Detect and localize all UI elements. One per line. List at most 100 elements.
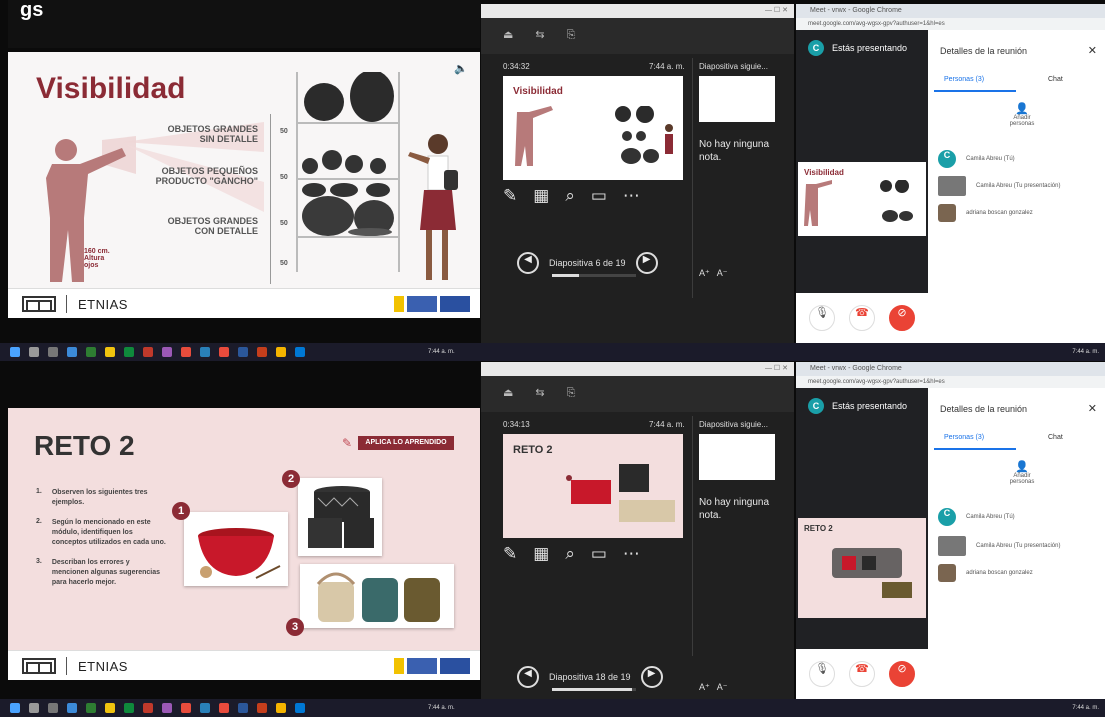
participant-row[interactable]: adriana boscan gonzalez (938, 204, 1033, 222)
acrobat-icon[interactable] (219, 347, 229, 357)
meet-url[interactable]: meet.google.com/avg-wgsx-gpv?authuser=1&… (796, 376, 1105, 388)
chrome-icon[interactable] (276, 703, 286, 713)
participant-row[interactable]: C Camila Abreu (Tú) (938, 508, 1015, 526)
speaker-notes: No hay ninguna nota. (699, 497, 770, 521)
display-settings-icon[interactable]: ⇆ (535, 28, 544, 41)
tab-people[interactable]: Personas (3) (944, 434, 984, 441)
app-icon[interactable] (181, 347, 191, 357)
app-icon[interactable] (295, 703, 305, 713)
current-slide-preview[interactable]: RETO 2 (503, 434, 683, 538)
folder-icon[interactable] (105, 347, 115, 357)
excel-icon[interactable] (124, 703, 134, 713)
slides-grid-icon[interactable]: ▦ (533, 544, 549, 564)
font-size-icons[interactable]: A⁺ A⁻ (699, 268, 728, 279)
microphone-icon[interactable]: 🎙 (809, 661, 835, 687)
zoom-icon[interactable]: ⌕ (565, 544, 575, 564)
end-show-icon[interactable]: ⎘ (567, 28, 576, 41)
app-icon[interactable] (200, 347, 210, 357)
folder-icon[interactable] (105, 703, 115, 713)
app-icon[interactable] (67, 347, 77, 357)
powerpoint-icon[interactable] (257, 703, 267, 713)
mini-slide-art (515, 106, 673, 166)
window-controls-icon[interactable]: — ☐ ✕ (765, 362, 788, 376)
excel-icon[interactable] (124, 347, 134, 357)
participant-row[interactable]: C Camila Abreu (Tú) (938, 150, 1015, 168)
presenter-view-bottom: — ☐ ✕ ⏏ ⇆ ⎘ 0:34:13 7:44 a. m. Diapositiva… (481, 362, 794, 699)
tab-people[interactable]: Personas (3) (944, 76, 984, 83)
taskview-icon[interactable] (48, 347, 58, 357)
current-slide-preview[interactable]: Visibilidad (503, 76, 683, 180)
taskbar-toggle-icon[interactable]: ⏏ (503, 386, 513, 399)
taskview-icon[interactable] (48, 703, 58, 713)
prev-slide-icon[interactable]: ◀ (517, 252, 539, 274)
hangup-icon[interactable]: ☎ (849, 661, 875, 687)
participant-avatar: C (938, 150, 956, 168)
hangup-icon[interactable]: ☎ (849, 305, 875, 331)
next-slide-preview[interactable] (699, 434, 775, 480)
divider (692, 416, 693, 656)
app-icon[interactable] (143, 347, 153, 357)
presenter-clock: 7:44 a. m. (649, 62, 685, 71)
next-slide-icon[interactable]: ▶ (635, 252, 658, 274)
more-icon[interactable]: ⋯ (623, 186, 640, 206)
screen-icon[interactable]: ▭ (591, 186, 607, 206)
app-icon[interactable] (181, 703, 191, 713)
pen-icon[interactable]: ✎ (503, 186, 517, 206)
camera-off-icon[interactable]: ⊘ (889, 305, 915, 331)
camera-off-icon[interactable]: ⊘ (889, 661, 915, 687)
windows-start-icon[interactable] (10, 347, 20, 357)
speaker-icon[interactable]: 🔈 (454, 62, 468, 75)
app-icon[interactable] (86, 703, 96, 713)
app-icon[interactable] (200, 703, 210, 713)
word-icon[interactable] (238, 703, 248, 713)
tab-chat[interactable]: Chat (1048, 76, 1063, 83)
participant-photo (938, 564, 956, 582)
more-icon[interactable]: ⋯ (623, 544, 640, 564)
participant-row[interactable]: Camila Abreu (Tu presentación) (938, 176, 1060, 196)
search-icon[interactable] (29, 703, 39, 713)
close-icon[interactable]: ✕ (1088, 44, 1097, 57)
app-icon[interactable] (162, 347, 172, 357)
windows-start-icon[interactable] (10, 703, 20, 713)
screen-icon[interactable]: ▭ (591, 544, 607, 564)
next-slide-label: Diapositiva siguie... (699, 420, 768, 429)
search-icon[interactable] (29, 347, 39, 357)
participant-name: adriana boscan gonzalez (966, 570, 1033, 576)
row-label-3: OBJETOS GRANDES CON DETALLE (167, 216, 258, 236)
next-slide-preview[interactable] (699, 76, 775, 122)
taskbar-clock-right: 7:44 a. m. (1072, 705, 1099, 711)
pen-icon[interactable]: ✎ (503, 544, 517, 564)
chrome-icon[interactable] (276, 347, 286, 357)
zoom-icon[interactable]: ⌕ (565, 186, 575, 206)
slide-counter: Diapositiva 6 de 19 (549, 258, 626, 268)
app-icon[interactable] (295, 347, 305, 357)
display-settings-icon[interactable]: ⇆ (535, 386, 544, 399)
app-icon[interactable] (143, 703, 153, 713)
app-icon[interactable] (67, 703, 77, 713)
window-controls-icon[interactable]: — ☐ ✕ (765, 4, 788, 18)
microphone-icon[interactable]: 🎙 (809, 305, 835, 331)
add-people-button[interactable]: 👤 Añadir personas (1002, 460, 1042, 485)
presenter-toolbar: ⏏ ⇆ ⎘ (481, 376, 794, 412)
app-icon[interactable] (86, 347, 96, 357)
participant-row[interactable]: Camila Abreu (Tu presentación) (938, 536, 1060, 556)
taskbar-toggle-icon[interactable]: ⏏ (503, 28, 513, 41)
close-icon[interactable]: ✕ (1088, 402, 1097, 415)
app-icon[interactable] (162, 703, 172, 713)
participant-row[interactable]: adriana boscan gonzalez (938, 564, 1033, 582)
meet-url[interactable]: meet.google.com/avg-wgsx-gpv?authuser=1&… (796, 18, 1105, 30)
font-size-icons[interactable]: A⁺ A⁻ (699, 682, 728, 693)
powerpoint-icon[interactable] (257, 347, 267, 357)
add-people-button[interactable]: 👤 Añadir personas (1002, 102, 1042, 127)
prev-slide-icon[interactable]: ◀ (517, 666, 539, 688)
end-show-icon[interactable]: ⎘ (567, 386, 576, 399)
next-slide-icon[interactable]: ▶ (640, 666, 663, 688)
acrobat-icon[interactable] (219, 703, 229, 713)
slide-title: Visibilidad (36, 72, 186, 105)
meet-controls: 🎙 ☎ ⊘ (796, 649, 928, 699)
slides-grid-icon[interactable]: ▦ (533, 186, 549, 206)
taskbar-clock-left: 7:44 a. m. (428, 349, 455, 355)
row-label-1: OBJETOS GRANDES SIN DETALLE (167, 124, 258, 144)
word-icon[interactable] (238, 347, 248, 357)
tab-chat[interactable]: Chat (1048, 434, 1063, 441)
